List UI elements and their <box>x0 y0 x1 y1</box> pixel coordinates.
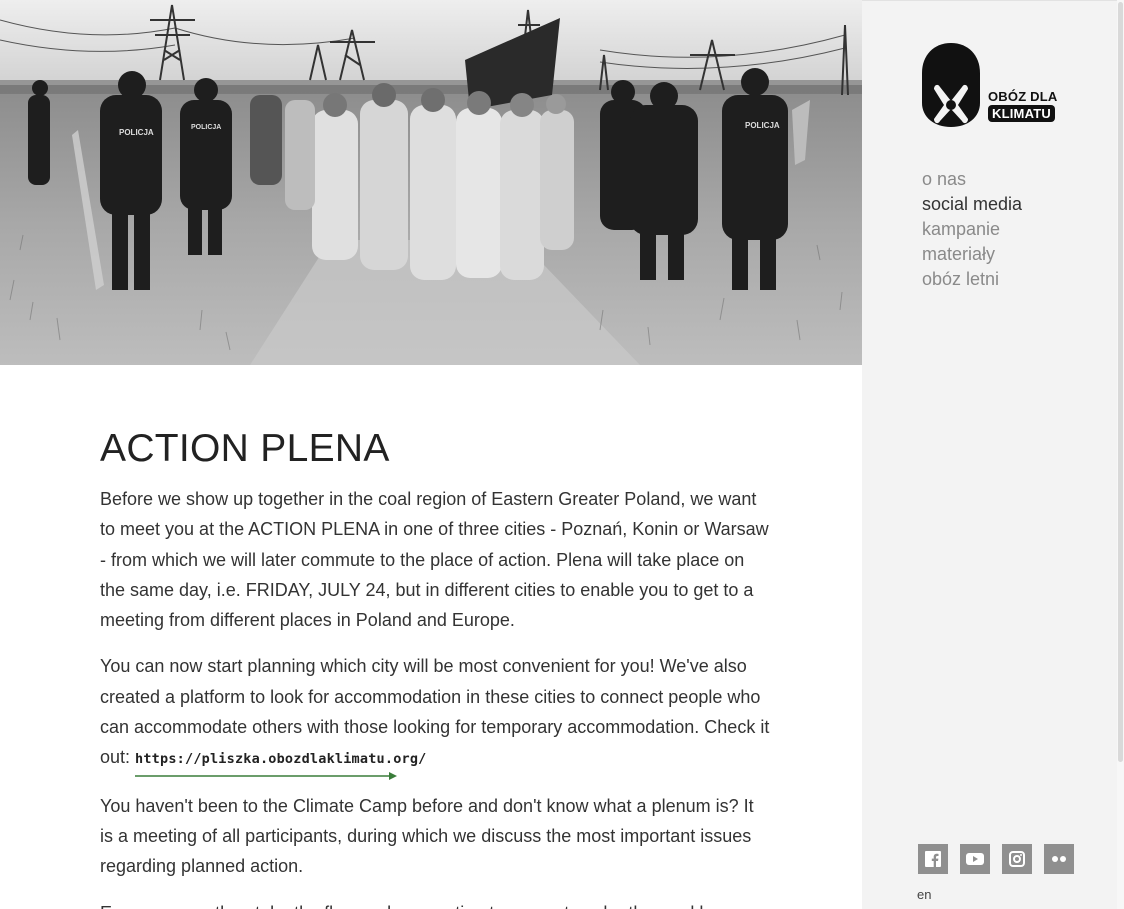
social-links <box>918 844 1074 874</box>
language-switch[interactable]: en <box>917 887 931 902</box>
nav-item-oboz-letni[interactable]: obóz letni <box>922 267 1022 292</box>
nav-item-materialy[interactable]: materiały <box>922 242 1022 267</box>
police-label: POLICJA <box>119 128 154 137</box>
article-paragraph: You haven't been to the Climate Camp bef… <box>100 795 754 877</box>
article-paragraph: Before we show up together in the coal r… <box>100 489 769 631</box>
logo-line-2: KLIMATU <box>988 105 1055 122</box>
flickr-button[interactable] <box>1044 844 1074 874</box>
page-title: ACTION PLENA <box>100 427 390 470</box>
logo-line-1: OBÓZ DLA <box>988 89 1058 104</box>
instagram-button[interactable] <box>1002 844 1032 874</box>
instagram-icon <box>1009 851 1025 867</box>
hero-photo: POLICJA POLICJA POLICJA <box>0 0 862 365</box>
nav-item-kampanie[interactable]: kampanie <box>922 217 1022 242</box>
article-paragraph: You can now start planning which city wi… <box>100 651 770 781</box>
facebook-icon <box>925 851 941 867</box>
nav-item-social-media[interactable]: social media <box>922 192 1022 217</box>
facebook-button[interactable] <box>918 844 948 874</box>
hero-image: POLICJA POLICJA POLICJA <box>0 0 862 365</box>
link-wrapper: https://pliszka.obozdlaklimatu.org/ <box>135 742 426 781</box>
article: ACTION PLENA Before we show up together … <box>100 424 770 909</box>
page-scrollbar[interactable] <box>1117 0 1124 909</box>
link-underline-arrow-icon <box>135 772 398 781</box>
police-label: POLICJA <box>745 121 780 130</box>
sidebar: OBÓZ DLA KLIMATU o nas social media kamp… <box>862 0 1117 909</box>
nav-item-o-nas[interactable]: o nas <box>922 167 1022 192</box>
page: POLICJA POLICJA POLICJA ACTION PLENA Bef… <box>0 0 1124 909</box>
mask-logo-icon <box>922 43 980 127</box>
scrollbar-thumb[interactable] <box>1118 2 1123 762</box>
article-paragraph: Everyone can then take the floor, ask a … <box>100 898 770 909</box>
site-logo[interactable]: OBÓZ DLA KLIMATU <box>920 41 1060 131</box>
main-nav: o nas social media kampanie materiały ob… <box>922 167 1022 292</box>
youtube-icon <box>966 853 984 865</box>
flickr-icon <box>1052 856 1066 862</box>
logo-text: OBÓZ DLA KLIMATU <box>988 89 1057 122</box>
youtube-button[interactable] <box>960 844 990 874</box>
accommodation-platform-link[interactable]: https://pliszka.obozdlaklimatu.org/ <box>135 751 426 767</box>
police-label: POLICJA <box>191 124 221 131</box>
